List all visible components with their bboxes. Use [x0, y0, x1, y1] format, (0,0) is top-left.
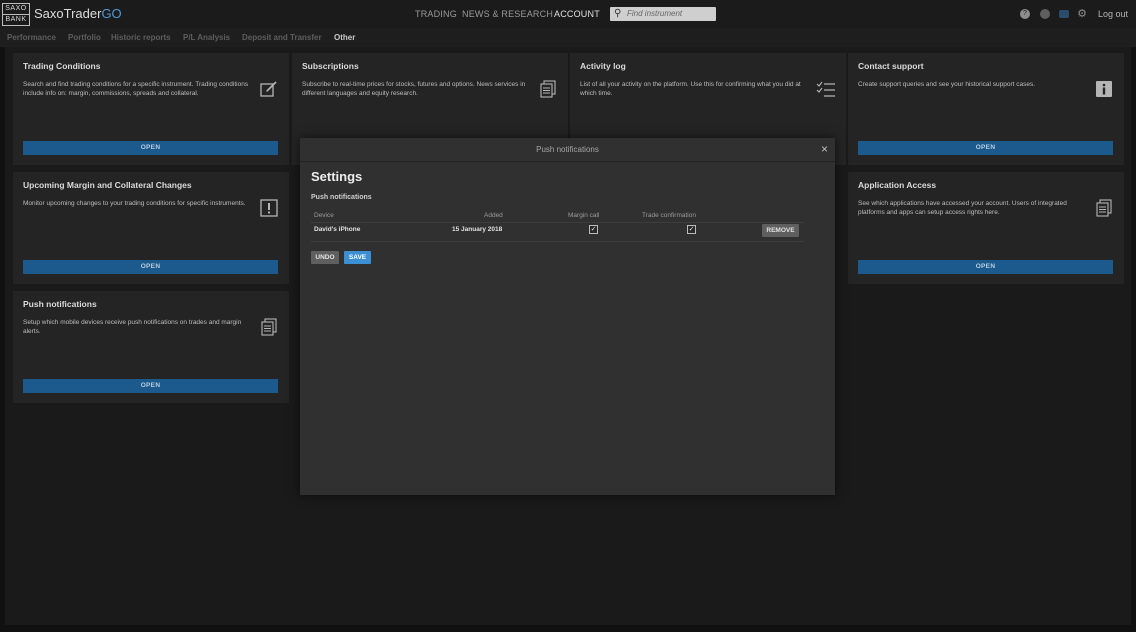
column-header-added: Added — [484, 212, 503, 219]
info-icon — [1096, 81, 1112, 97]
nav-trading[interactable]: TRADING — [415, 9, 457, 19]
card-title: Trading Conditions — [23, 61, 101, 71]
device-added-date: 15 January 2018 — [452, 226, 503, 233]
section-label: Push notifications — [311, 194, 372, 201]
contrast-icon[interactable] — [1040, 9, 1050, 19]
card-upcoming-margin-changes: Upcoming Margin and Collateral Changes M… — [13, 172, 289, 284]
nav-news-research[interactable]: NEWS & RESEARCH — [462, 9, 553, 19]
card-description: See which applications have accessed you… — [858, 200, 1067, 216]
column-header-trade-confirmation: Trade confirmation — [642, 212, 696, 219]
card-title: Upcoming Margin and Collateral Changes — [23, 180, 192, 190]
documents-icon — [261, 318, 277, 336]
card-description: Create support queries and see your hist… — [858, 81, 1036, 88]
documents-icon — [540, 80, 556, 98]
search-placeholder: Find instrument — [627, 9, 683, 18]
undo-button[interactable]: UNDO — [311, 251, 339, 264]
card-title: Activity log — [580, 61, 626, 71]
column-header-device: Device — [314, 212, 334, 219]
chat-icon[interactable] — [1059, 10, 1069, 18]
top-bar: SAXO BANK SaxoTraderGO TRADING NEWS & RE… — [0, 0, 1136, 28]
card-trading-conditions: Trading Conditions Search and find tradi… — [13, 53, 289, 165]
save-button[interactable]: SAVE — [344, 251, 371, 264]
saxo-bank-logo[interactable]: SAXO BANK — [2, 3, 30, 26]
open-button[interactable]: OPEN — [23, 379, 278, 393]
dialog-header: Push notifications × — [300, 138, 835, 162]
subnav-deposit-transfer[interactable]: Deposit and Transfer — [242, 33, 322, 42]
close-icon[interactable]: × — [821, 142, 828, 156]
card-push-notifications: Push notifications Setup which mobile de… — [13, 291, 289, 403]
card-title: Contact support — [858, 61, 924, 71]
card-title: Subscriptions — [302, 61, 359, 71]
header-divider — [311, 222, 804, 223]
open-button[interactable]: OPEN — [23, 141, 278, 155]
card-description: Monitor upcoming changes to your trading… — [23, 200, 246, 207]
settings-icon[interactable]: ⚙ — [1077, 9, 1087, 20]
push-notifications-dialog: Push notifications × Settings Push notif… — [300, 138, 835, 495]
subnav-historic-reports[interactable]: Historic reports — [111, 33, 171, 42]
column-header-margin-call: Margin call — [568, 212, 600, 219]
logout-link[interactable]: Log out — [1098, 9, 1128, 19]
checklist-icon — [816, 81, 835, 97]
subnav-performance[interactable]: Performance — [7, 33, 56, 42]
edit-icon — [260, 81, 277, 97]
card-description: Search and find trading conditions for a… — [23, 81, 249, 97]
card-contact-support: Contact support Create support queries a… — [848, 53, 1124, 165]
nav-account[interactable]: ACCOUNT — [554, 9, 600, 19]
open-button[interactable]: OPEN — [858, 141, 1113, 155]
alert-icon — [260, 199, 278, 217]
help-icon[interactable]: ? — [1020, 9, 1030, 19]
card-application-access: Application Access See which application… — [848, 172, 1124, 284]
row-divider — [311, 241, 804, 242]
settings-heading: Settings — [311, 169, 363, 184]
device-name: David's iPhone — [314, 226, 361, 233]
card-description: Setup which mobile devices receive push … — [23, 319, 242, 335]
card-title: Push notifications — [23, 299, 97, 309]
open-button[interactable]: OPEN — [858, 260, 1113, 274]
margin-call-checkbox[interactable]: ✓ — [589, 225, 598, 234]
subnav-portfolio[interactable]: Portfolio — [68, 33, 101, 42]
dialog-title: Push notifications — [536, 145, 599, 154]
remove-button[interactable]: REMOVE — [762, 224, 799, 237]
card-description: Subscribe to real-time prices for stocks… — [302, 81, 526, 97]
subnav-other[interactable]: Other — [334, 33, 355, 42]
subnav-pl-analysis[interactable]: P/L Analysis — [183, 33, 230, 42]
search-input[interactable]: ⚲ Find instrument — [610, 7, 716, 21]
documents-icon — [1096, 199, 1112, 217]
trade-confirmation-checkbox[interactable]: ✓ — [687, 225, 696, 234]
open-button[interactable]: OPEN — [23, 260, 278, 274]
search-icon: ⚲ — [614, 8, 622, 19]
account-subnav: Performance Portfolio Historic reports P… — [0, 28, 1136, 47]
card-description: List of all your activity on the platfor… — [580, 81, 801, 97]
card-title: Application Access — [858, 180, 937, 190]
app-title: SaxoTraderGO — [34, 6, 122, 21]
